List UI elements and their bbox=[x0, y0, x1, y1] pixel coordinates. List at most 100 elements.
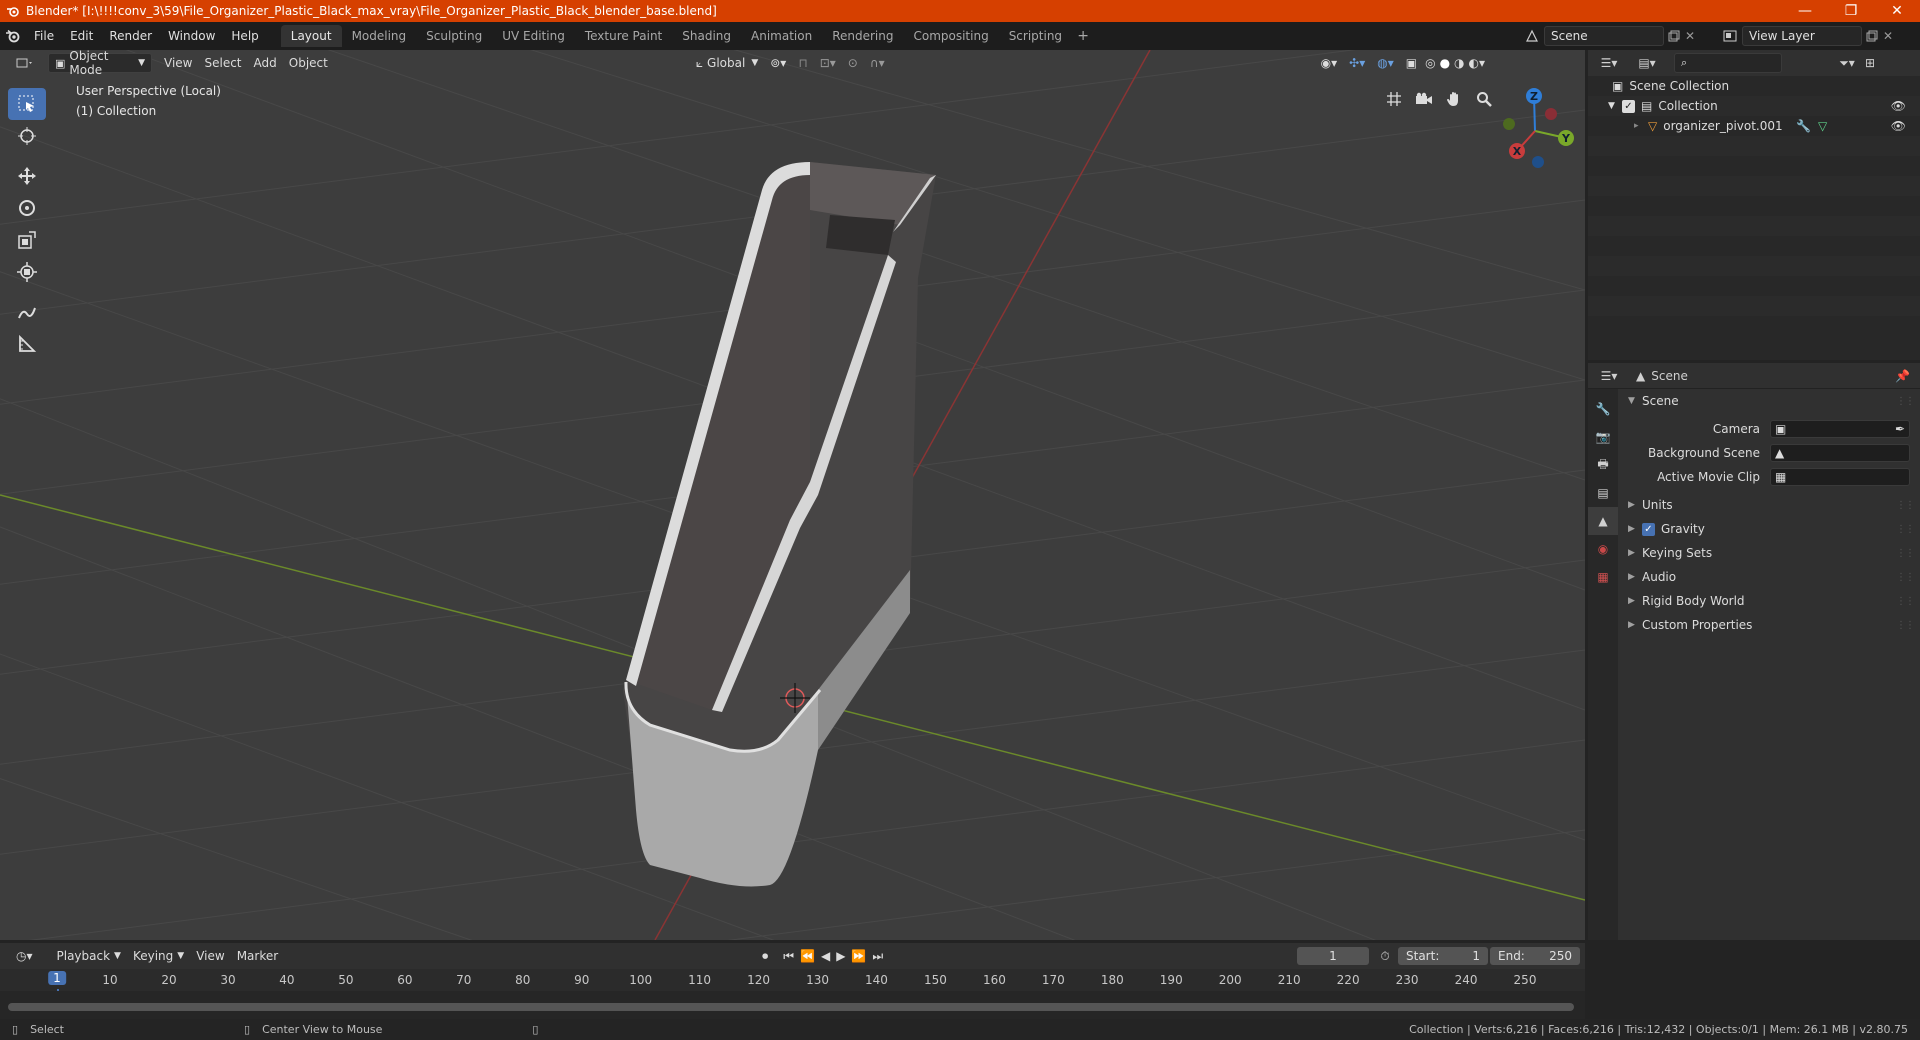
menu-help[interactable]: Help bbox=[223, 25, 266, 47]
mesh-data-icon[interactable]: ▽ bbox=[1818, 119, 1827, 133]
solid-shading-icon[interactable]: ● bbox=[1438, 53, 1452, 73]
eyedropper-icon[interactable]: ✒ bbox=[1895, 422, 1905, 436]
timeline-menu-keying[interactable]: Keying ▼ bbox=[127, 946, 190, 966]
expand-arrow-icon[interactable]: ▼ bbox=[1608, 101, 1622, 111]
snap-icon[interactable]: ⊓ bbox=[792, 53, 813, 73]
move-tool[interactable] bbox=[8, 160, 46, 192]
outliner-row-scene-collection[interactable]: ▣ Scene Collection bbox=[1588, 76, 1920, 96]
drag-handle-icon[interactable]: ⋮⋮ bbox=[1896, 572, 1915, 583]
toggle-view-grid-icon[interactable] bbox=[1380, 85, 1408, 113]
outliner-editor-type-icon[interactable]: ☰▾ bbox=[1594, 55, 1624, 71]
world-tab-icon[interactable]: ◉ bbox=[1588, 535, 1618, 563]
delete-scene-icon[interactable]: ✕ bbox=[1682, 28, 1698, 44]
measure-tool[interactable] bbox=[8, 328, 46, 360]
timeline-editor-type-icon[interactable]: ◷▾ bbox=[10, 946, 39, 966]
minimize-button[interactable]: — bbox=[1782, 0, 1828, 22]
tab-uv-editing[interactable]: UV Editing bbox=[492, 25, 575, 47]
gizmo-toggle-icon[interactable]: ✣▾ bbox=[1343, 53, 1371, 73]
keying-sets-panel[interactable]: ▶ Keying Sets ⋮⋮ bbox=[1620, 541, 1920, 565]
camera-view-icon[interactable] bbox=[1410, 85, 1438, 113]
tab-animation[interactable]: Animation bbox=[741, 25, 822, 47]
new-view-layer-icon[interactable] bbox=[1864, 28, 1880, 44]
background-scene-field[interactable]: ▲ bbox=[1770, 444, 1910, 462]
stopwatch-icon[interactable]: ⏱ bbox=[1377, 948, 1393, 964]
transform-orientation-dropdown[interactable]: ⟀ Global ▼ bbox=[690, 53, 764, 73]
frame-ruler[interactable]: 1 10 20 30 40 50 60 70 80 90 100 110 120 130 140 150 160… bbox=[0, 969, 1585, 1019]
view-layer-tab-icon[interactable]: ▤ bbox=[1588, 479, 1618, 507]
wireframe-shading-icon[interactable]: ◎ bbox=[1423, 53, 1437, 73]
outliner-row-collection[interactable]: ▼ ✓ ▤ Collection 👁 bbox=[1588, 96, 1920, 116]
proportional-edit-icon[interactable]: ⊙ bbox=[842, 53, 864, 73]
rotate-tool[interactable] bbox=[8, 192, 46, 224]
active-movie-clip-field[interactable]: ▦ bbox=[1770, 468, 1910, 486]
timeline-scrollbar[interactable] bbox=[8, 1003, 1574, 1011]
drag-handle-icon[interactable]: ⋮⋮ bbox=[1896, 620, 1915, 631]
timeline-menu-marker[interactable]: Marker bbox=[231, 946, 284, 966]
outliner-search-input[interactable]: ⌕ bbox=[1674, 53, 1782, 73]
tab-texture-paint[interactable]: Texture Paint bbox=[575, 25, 672, 47]
timeline-body[interactable] bbox=[0, 991, 1585, 1019]
jump-keyframe-back-icon[interactable]: ⏪ bbox=[797, 946, 818, 966]
viewport-menu-select[interactable]: Select bbox=[198, 53, 247, 73]
timeline-menu-view[interactable]: View bbox=[190, 946, 230, 966]
drag-handle-icon[interactable]: ⋮⋮ bbox=[1896, 524, 1915, 535]
play-reverse-icon[interactable]: ◀ bbox=[818, 946, 833, 966]
tab-sculpting[interactable]: Sculpting bbox=[416, 25, 492, 47]
modifier-wrench-icon[interactable]: 🔧 bbox=[1796, 119, 1811, 133]
pan-view-icon[interactable] bbox=[1440, 85, 1468, 113]
rendered-shading-icon[interactable]: ◐▾ bbox=[1467, 53, 1488, 73]
3d-viewport[interactable]: ▣ Object Mode ▼ View Select Add Object ⟀ Gl… bbox=[0, 50, 1585, 940]
end-frame-field[interactable]: End: 250 bbox=[1490, 947, 1580, 965]
viewport-menu-view[interactable]: View bbox=[158, 53, 198, 73]
tool-tab-icon[interactable]: 🔧 bbox=[1588, 395, 1618, 423]
menu-render[interactable]: Render bbox=[101, 25, 160, 47]
outliner-row-object[interactable]: ▸ ▽ organizer_pivot.001 🔧 ▽ 👁 bbox=[1588, 116, 1920, 136]
viewport-menu-object[interactable]: Object bbox=[283, 53, 334, 73]
visibility-icon[interactable]: ◉▾ bbox=[1315, 53, 1344, 73]
gravity-panel[interactable]: ▶ ✓ Gravity ⋮⋮ bbox=[1620, 517, 1920, 541]
render-tab-icon[interactable]: 📷 bbox=[1588, 423, 1618, 451]
output-tab-icon[interactable]: 🖶 bbox=[1588, 451, 1618, 479]
jump-end-icon[interactable]: ⏭ bbox=[869, 946, 886, 966]
menu-window[interactable]: Window bbox=[160, 25, 223, 47]
timeline-menu-playback[interactable]: Playback ▼ bbox=[51, 946, 127, 966]
drag-handle-icon[interactable]: ⋮⋮ bbox=[1896, 596, 1915, 607]
view-layer-icon[interactable] bbox=[1722, 28, 1738, 44]
maximize-button[interactable]: ❐ bbox=[1828, 0, 1874, 22]
custom-properties-panel[interactable]: ▶ Custom Properties ⋮⋮ bbox=[1620, 613, 1920, 637]
playhead-frame-indicator[interactable]: 1 bbox=[48, 971, 66, 985]
properties-editor-type-icon[interactable]: ☰▾ bbox=[1594, 368, 1624, 384]
material-shading-icon[interactable]: ◑ bbox=[1452, 53, 1466, 73]
scene-tab-icon[interactable]: ▲ bbox=[1588, 507, 1618, 535]
audio-panel[interactable]: ▶ Audio ⋮⋮ bbox=[1620, 565, 1920, 589]
close-button[interactable]: ✕ bbox=[1874, 0, 1920, 22]
tab-scripting[interactable]: Scripting bbox=[999, 25, 1072, 47]
navigation-gizmo[interactable]: Z Y X bbox=[1490, 86, 1580, 176]
object-mode-dropdown[interactable]: ▣ Object Mode ▼ bbox=[48, 50, 152, 77]
units-panel[interactable]: ▶ Units ⋮⋮ bbox=[1620, 493, 1920, 517]
start-frame-field[interactable]: Start: 1 bbox=[1398, 947, 1488, 965]
jump-start-icon[interactable]: ⏮ bbox=[780, 946, 797, 966]
falloff-icon[interactable]: ∩▾ bbox=[864, 53, 891, 73]
xray-icon[interactable]: ▣ bbox=[1400, 53, 1423, 73]
viewport-menu-add[interactable]: Add bbox=[248, 53, 283, 73]
delete-view-layer-icon[interactable]: ✕ bbox=[1880, 28, 1896, 44]
new-scene-icon[interactable] bbox=[1666, 28, 1682, 44]
drag-handle-icon[interactable]: ⋮⋮ bbox=[1896, 548, 1915, 559]
gravity-checkbox[interactable]: ✓ bbox=[1642, 522, 1655, 536]
add-workspace-icon[interactable]: + bbox=[1072, 25, 1094, 47]
filter-icon[interactable]: ⏷▾ bbox=[1834, 55, 1860, 71]
scene-panel-header[interactable]: ▼ Scene ⋮⋮ bbox=[1620, 389, 1920, 413]
scene-icon[interactable] bbox=[1524, 28, 1540, 44]
menu-edit[interactable]: Edit bbox=[62, 25, 101, 47]
select-box-tool[interactable] bbox=[8, 88, 46, 120]
editor-type-icon[interactable] bbox=[10, 53, 40, 73]
scale-tool[interactable] bbox=[8, 224, 46, 256]
blender-menu-icon[interactable] bbox=[0, 22, 26, 50]
menu-file[interactable]: File bbox=[26, 25, 62, 47]
collection-checkbox[interactable]: ✓ bbox=[1622, 99, 1635, 113]
eye-icon[interactable]: 👁 bbox=[1891, 119, 1906, 133]
snap-target-icon[interactable]: ⊡▾ bbox=[814, 53, 842, 73]
expand-arrow-icon[interactable]: ▸ bbox=[1634, 121, 1648, 131]
tab-shading[interactable]: Shading bbox=[672, 25, 741, 47]
